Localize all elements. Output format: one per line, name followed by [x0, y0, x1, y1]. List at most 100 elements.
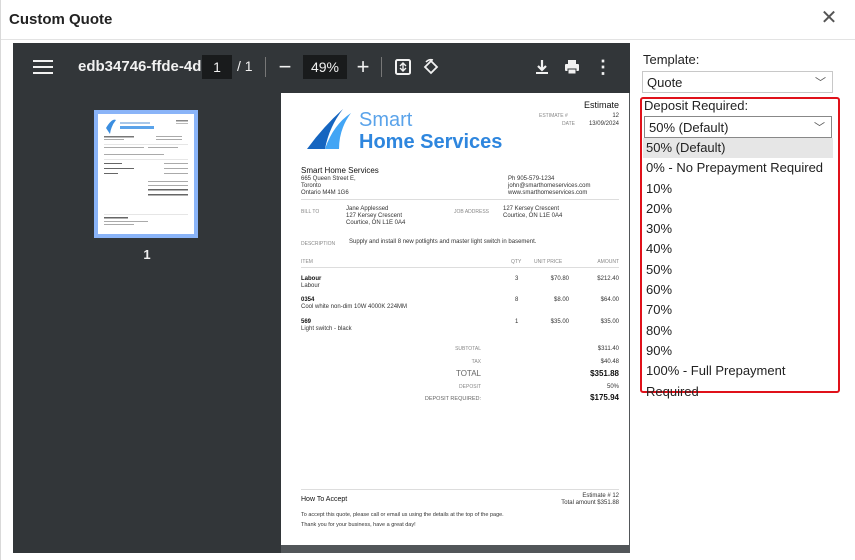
footer-total-amount: Total amount $351.88 — [561, 500, 619, 506]
col-unit-header: UNIT PRICE — [534, 259, 563, 265]
page-number-input[interactable]: 1 — [202, 55, 232, 79]
description-label: DESCRIPTION — [301, 241, 336, 247]
item-unit-price: $35.00 — [550, 319, 569, 325]
deposit-required-value: $175.94 — [590, 393, 619, 402]
divider — [301, 267, 619, 268]
deposit-option[interactable]: 50% — [643, 260, 833, 280]
template-label: Template: — [643, 52, 700, 67]
deposit-option[interactable]: 80% — [643, 321, 833, 341]
date-label: DATE — [562, 121, 575, 127]
bill-to-label: BILL TO — [301, 209, 320, 215]
deposit-required-label: Deposit Required: — [644, 98, 749, 113]
toolbar-divider — [265, 57, 266, 77]
item-qty: 8 — [515, 297, 519, 303]
company-name: Smart Home Services — [301, 166, 379, 175]
menu-icon[interactable] — [33, 57, 53, 75]
total-value: $351.88 — [590, 369, 619, 378]
zoom-out-icon[interactable]: − — [275, 53, 295, 81]
footer-thanks: Thank you for your business, have a grea… — [301, 522, 416, 528]
print-icon[interactable] — [561, 53, 583, 81]
deposit-select-value: 50% (Default) — [649, 120, 729, 135]
deposit-value: 50% — [606, 384, 619, 390]
bill-address-1: 127 Kersey Crescent — [346, 213, 403, 219]
footer-estimate-no: Estimate # 12 — [582, 493, 619, 499]
zoom-input[interactable]: 49% — [303, 55, 347, 79]
rotate-icon[interactable] — [419, 53, 443, 81]
thumbnail-sidebar: 1 — [13, 93, 281, 553]
item-name: Labour — [301, 276, 322, 282]
download-icon[interactable] — [531, 53, 553, 81]
fit-page-icon[interactable] — [391, 53, 415, 81]
col-qty-header: QTY — [511, 259, 522, 265]
close-icon[interactable]: ✕ — [819, 8, 839, 28]
company-email: john@smarthomeservices.com — [508, 183, 591, 189]
item-desc: Light switch - black — [301, 326, 352, 332]
zoom-in-icon[interactable]: + — [353, 53, 373, 81]
subtotal-value: $311.40 — [597, 346, 619, 352]
template-select[interactable]: Quote ﹀ — [642, 71, 833, 93]
deposit-option[interactable]: 40% — [643, 239, 833, 259]
item-name: 569 — [301, 319, 312, 325]
item-qty: 1 — [515, 319, 519, 325]
col-item-header: ITEM — [301, 259, 313, 265]
deposit-option[interactable]: 60% — [643, 280, 833, 300]
tax-label: TAX — [471, 359, 481, 365]
deposit-option[interactable]: 0% - No Prepayment Required — [643, 158, 833, 178]
total-label: TOTAL — [455, 369, 481, 378]
logo-text-bottom: Home Services — [359, 131, 503, 153]
item-unit-price: $70.80 — [550, 276, 569, 282]
thumbnail-page-number: 1 — [143, 247, 151, 262]
footer-instructions: To accept this quote, please call or ema… — [301, 512, 504, 518]
company-website: www.smarthomeservices.com — [508, 190, 588, 196]
chevron-down-icon: ﹀ — [815, 77, 826, 89]
description-text: Supply and install 8 new potlights and m… — [349, 239, 537, 245]
deposit-option[interactable]: 30% — [643, 219, 833, 239]
deposit-option[interactable]: 70% — [643, 300, 833, 320]
page-total: / 1 — [237, 58, 253, 74]
tax-value: $40.48 — [600, 359, 619, 365]
dialog-title: Custom Quote — [9, 11, 113, 28]
page-thumbnail[interactable] — [94, 110, 198, 238]
bill-name: Jane Applessed — [346, 206, 389, 212]
toolbar-divider — [381, 57, 382, 77]
deposit-option[interactable]: 90% — [643, 341, 833, 361]
item-amount: $64.00 — [600, 297, 619, 303]
divider — [301, 199, 619, 200]
pdf-toolbar: edb34746-ffde-4d... 1 / 1 − 49% + ⋮ — [13, 43, 630, 93]
item-qty: 3 — [515, 276, 519, 282]
subtotal-label: SUBTOTAL — [455, 346, 481, 352]
doc-date: 13/09/2024 — [588, 121, 619, 127]
estimate-no-label: ESTIMATE # — [539, 113, 568, 119]
deposit-dropdown-list: 50% (Default) 0% - No Prepayment Require… — [643, 138, 833, 399]
pdf-viewer: edb34746-ffde-4d... 1 / 1 − 49% + ⋮ 1 Sm… — [13, 43, 630, 553]
custom-quote-dialog: Custom Quote ✕ edb34746-ffde-4d... 1 / 1… — [0, 0, 855, 560]
bill-address-2: Courtice, ON L1E 0A4 — [346, 220, 406, 226]
deposit-option[interactable]: 100% - Full Prepayment Required — [643, 361, 833, 398]
company-phone: Ph 905-579-1234 — [508, 176, 555, 182]
job-address-1: 127 Kersey Crescent — [503, 206, 560, 212]
deposit-option[interactable]: 10% — [643, 179, 833, 199]
col-amount-header: AMOUNT — [597, 259, 619, 265]
item-desc: Cool white non-dim 10W 4000K 224MM — [301, 304, 408, 310]
how-to-accept-heading: How To Accept — [301, 496, 348, 503]
chevron-down-icon: ﹀ — [814, 122, 825, 134]
dialog-titlebar: Custom Quote ✕ — [1, 0, 855, 40]
estimate-no: 12 — [612, 113, 619, 119]
item-amount: $35.00 — [600, 319, 619, 325]
doc-title: Estimate — [583, 100, 619, 110]
template-select-value: Quote — [647, 75, 683, 90]
logo-text-top: Smart — [359, 109, 413, 131]
logo-icon — [307, 109, 351, 149]
item-unit-price: $8.00 — [553, 297, 569, 303]
item-amount: $212.40 — [597, 276, 619, 282]
more-options-icon[interactable]: ⋮ — [593, 53, 613, 81]
company-address-1: 665 Queen Street E, — [301, 176, 356, 182]
deposit-select[interactable]: 50% (Default) ﹀ — [644, 116, 832, 138]
company-address-3: Ontario M4M 1G6 — [301, 190, 349, 196]
deposit-option[interactable]: 20% — [643, 199, 833, 219]
item-desc: Labour — [301, 283, 320, 289]
deposit-label: DEPOSIT — [459, 384, 481, 390]
deposit-option[interactable]: 50% (Default) — [643, 138, 833, 159]
divider — [301, 489, 619, 490]
company-address-2: Toronto — [301, 183, 322, 189]
